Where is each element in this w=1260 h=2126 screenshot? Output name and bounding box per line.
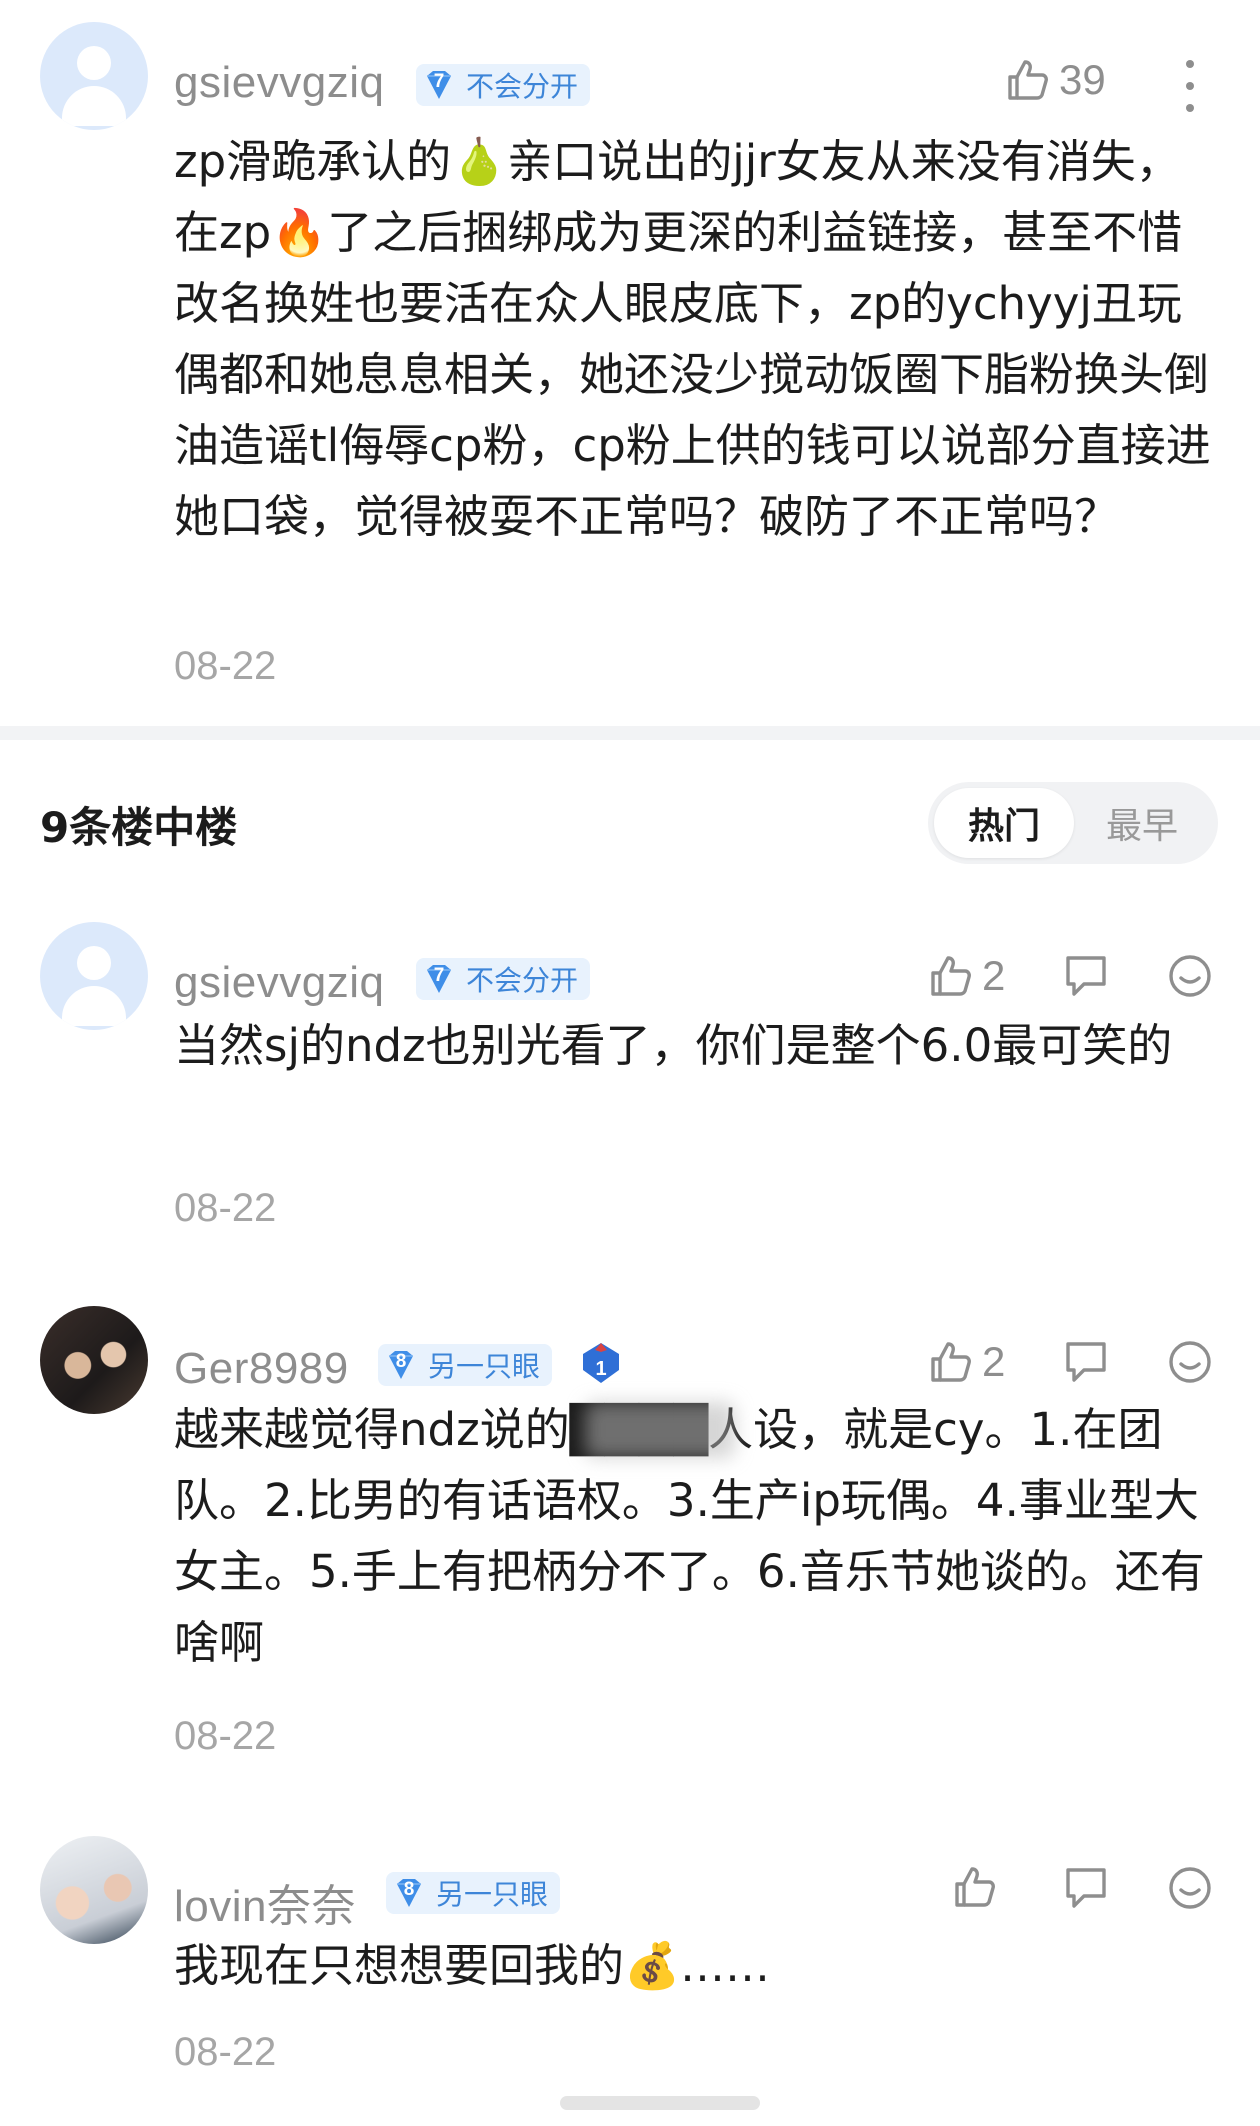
- reply-bubble-icon: [1066, 956, 1106, 996]
- avatar[interactable]: [40, 1306, 148, 1414]
- fan-badge[interactable]: 7 不会分开: [416, 958, 591, 1000]
- section-divider: [0, 726, 1260, 740]
- like-button[interactable]: 2: [928, 952, 1005, 1000]
- emoji-react-button[interactable]: [1166, 1338, 1214, 1386]
- avatar[interactable]: [40, 1836, 148, 1944]
- replies-count-title: 9条楼中楼: [40, 803, 238, 852]
- like-button[interactable]: 2: [928, 1338, 1005, 1386]
- smile-face-icon: [1169, 1341, 1211, 1383]
- diamond-level-icon: 8: [384, 1348, 418, 1382]
- thumbs-up-icon: [931, 1342, 971, 1382]
- like-button[interactable]: 39: [1005, 56, 1106, 104]
- thumbs-up-icon: [1008, 60, 1048, 100]
- comment-date: 08-22: [174, 644, 277, 688]
- badge-label: 不会分开: [466, 70, 579, 103]
- diamond-level-icon: 8: [392, 1876, 426, 1910]
- thumbs-up-icon: [931, 956, 971, 996]
- comment-text: zp滑跪承认的🍐亲口说出的jjr女友从来没有消失，在zp🔥了之后捆绑成为更深的利…: [174, 135, 1211, 543]
- username[interactable]: gsievvgziq: [174, 58, 384, 108]
- like-count: 2: [982, 1338, 1006, 1385]
- rank-shield-icon: 1: [578, 1340, 624, 1386]
- reply-button[interactable]: [1062, 1338, 1110, 1386]
- username[interactable]: lovin奈奈: [174, 1870, 356, 1934]
- avatar[interactable]: [40, 22, 148, 130]
- sort-earliest-tab[interactable]: 最早: [1072, 788, 1212, 858]
- smile-face-icon: [1169, 955, 1211, 997]
- thumbs-up-icon: [955, 1867, 995, 1907]
- reply-button[interactable]: [1062, 952, 1110, 1000]
- reply-text: 当然sj的ndz也别光看了，你们是整个6.0最可笑的: [174, 1019, 1173, 1072]
- svg-text:1: 1: [595, 1358, 606, 1380]
- reply-bubble-icon: [1066, 1868, 1106, 1908]
- reply-text: 我现在只想想要回我的💰……: [174, 1939, 771, 1992]
- home-indicator: [560, 2096, 760, 2110]
- fan-badge[interactable]: 7 不会分开: [416, 64, 591, 106]
- reply-bubble-icon: [1066, 1342, 1106, 1382]
- like-count: 2: [982, 952, 1006, 999]
- avatar[interactable]: [40, 922, 148, 1030]
- redaction-blur: [585, 1402, 735, 1458]
- fan-badge[interactable]: 8 另一只眼: [386, 1872, 561, 1914]
- reply-date: 08-22: [174, 1714, 277, 1758]
- diamond-level-icon: 7: [422, 962, 456, 996]
- badge-label: 另一只眼: [428, 1350, 541, 1383]
- smile-face-icon: [1169, 1867, 1211, 1909]
- reply-date: 08-22: [174, 2030, 277, 2074]
- fan-badge[interactable]: 8 另一只眼: [378, 1344, 553, 1386]
- sort-hot-tab[interactable]: 热门: [934, 788, 1074, 858]
- like-button[interactable]: [952, 1864, 1006, 1910]
- more-vertical-icon[interactable]: [1180, 60, 1200, 126]
- reply-date: 08-22: [174, 1186, 277, 1230]
- badge-label: 不会分开: [466, 964, 579, 997]
- username[interactable]: gsievvgziq: [174, 958, 384, 1008]
- reply-button[interactable]: [1062, 1864, 1110, 1912]
- badge-label: 另一只眼: [436, 1878, 549, 1911]
- username[interactable]: Ger8989: [174, 1344, 349, 1394]
- emoji-react-button[interactable]: [1166, 1864, 1214, 1912]
- diamond-level-icon: 7: [422, 68, 456, 102]
- sort-toggle: 热门 最早: [928, 782, 1218, 864]
- like-count: 39: [1059, 56, 1106, 103]
- emoji-react-button[interactable]: [1166, 952, 1214, 1000]
